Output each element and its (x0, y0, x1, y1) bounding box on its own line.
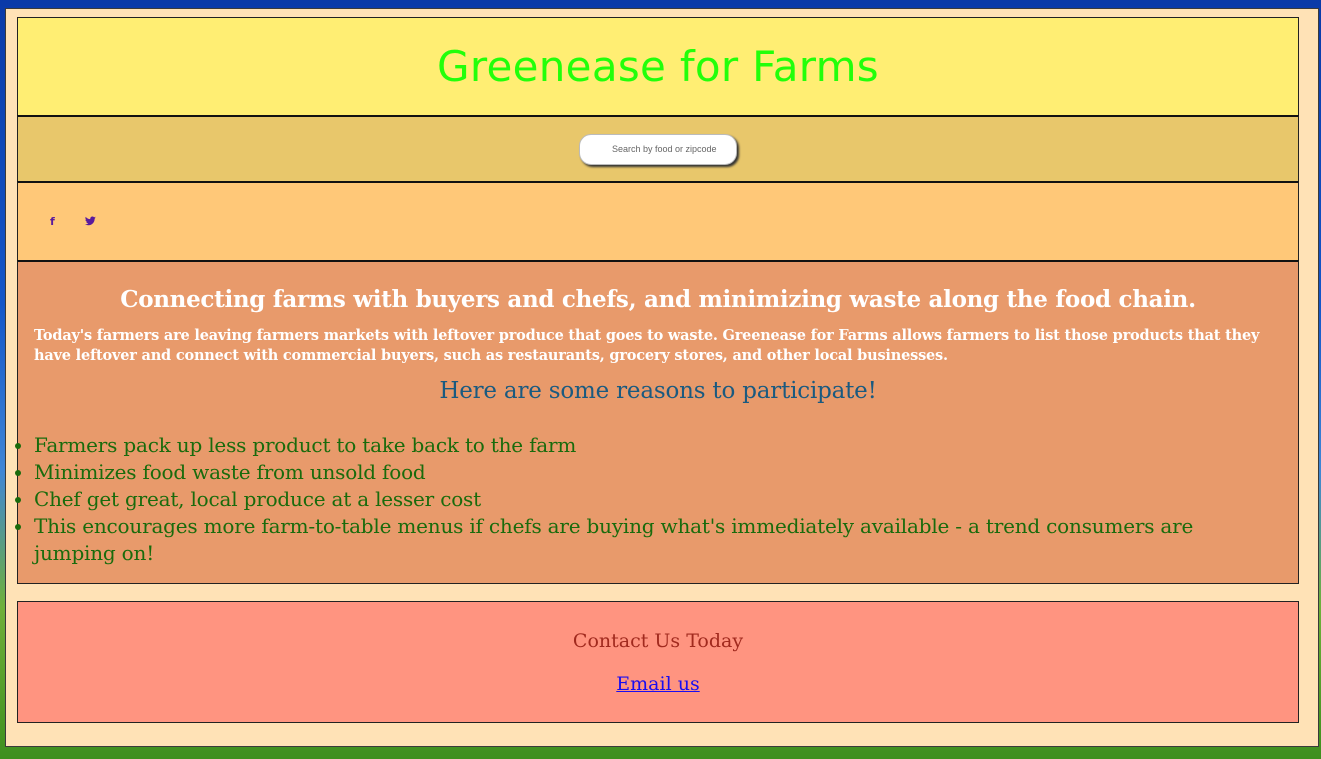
contact-heading: Contact Us Today (572, 630, 744, 652)
social-links-bar: f (17, 181, 1299, 261)
email-link[interactable]: Email us (18, 673, 1298, 695)
site-header: Greenease for Farms (17, 17, 1299, 116)
site-title: Greenease for Farms (436, 42, 879, 91)
search-bar (17, 115, 1299, 182)
twitter-icon[interactable] (84, 215, 96, 229)
main-heading: Connecting farms with buyers and chefs, … (120, 286, 1196, 313)
reasons-heading: Here are some reasons to participate! (439, 378, 877, 404)
twitter-bird-icon (84, 216, 96, 226)
intro-paragraph: Today's farmers are leaving farmers mark… (34, 327, 1260, 364)
reasons-list: Farmers pack up less product to take bac… (14, 432, 1238, 567)
list-item: Minimizes food waste from unsold food (34, 459, 1238, 486)
search-input[interactable] (579, 133, 737, 165)
main-content: Connecting farms with buyers and chefs, … (17, 260, 1299, 584)
list-item: Chef get great, local produce at a lesse… (34, 486, 1238, 513)
list-item: This encourages more farm-to-table menus… (34, 513, 1238, 567)
contact-section: Contact Us Today Email us (17, 601, 1299, 723)
facebook-icon[interactable]: f (50, 215, 55, 228)
list-item: Farmers pack up less product to take bac… (34, 432, 1238, 459)
